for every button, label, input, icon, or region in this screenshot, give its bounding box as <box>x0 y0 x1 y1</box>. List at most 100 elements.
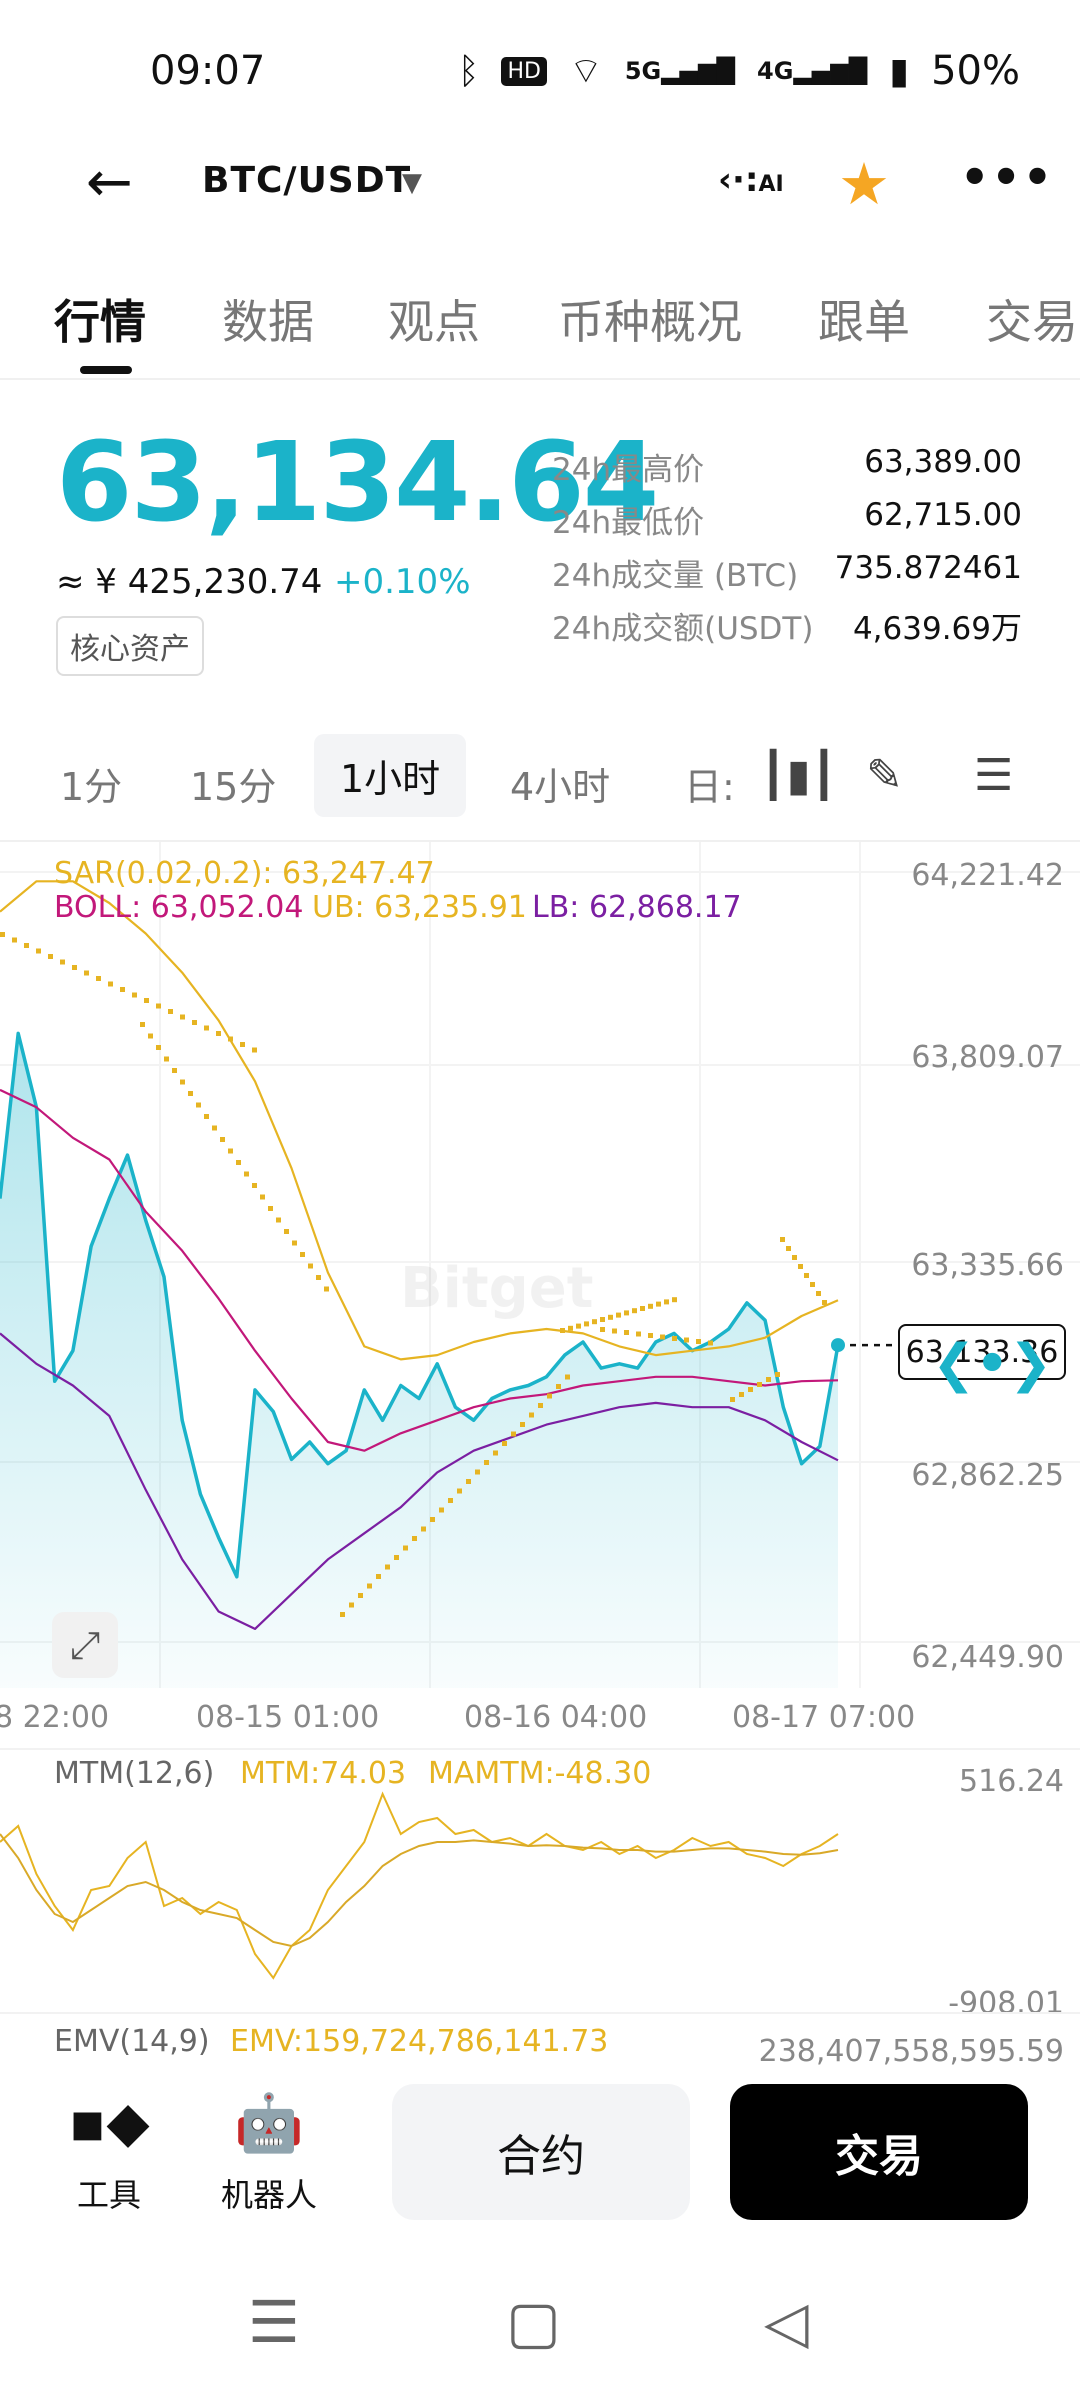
candlestick-icon[interactable]: ┃▮┃ <box>760 750 837 801</box>
last-price-dot <box>831 1338 845 1353</box>
battery-icon: ▮ <box>889 50 910 92</box>
stat-value: 4,639.69万 <box>852 611 1022 647</box>
price-area-fill <box>0 1033 838 1688</box>
mamtm-line <box>0 1833 839 1948</box>
sar-dot <box>376 1574 381 1579</box>
divider <box>0 2012 1080 2014</box>
tab-opinions[interactable]: 观点 <box>388 286 480 352</box>
stat-turnover: 24h成交额(USDT) 4,639.69万 <box>552 603 1022 656</box>
sar-dot <box>385 1564 390 1570</box>
interval-15m[interactable]: 15分 <box>190 756 276 811</box>
sar-dot <box>216 1031 221 1036</box>
sar-dot <box>748 1387 753 1392</box>
sar-dot <box>466 1479 471 1484</box>
home-square-icon[interactable]: ▢ <box>506 2288 561 2356</box>
sar-dot <box>430 1517 435 1522</box>
back-arrow-icon[interactable]: ← <box>86 150 133 215</box>
interval-1h[interactable]: 1小时 <box>314 734 467 817</box>
sar-dot <box>276 1217 281 1223</box>
draw-pen-icon[interactable]: ✎ <box>866 750 903 801</box>
sar-dot <box>292 1240 297 1246</box>
sar-dot <box>636 1331 641 1337</box>
sar-dot <box>156 1045 161 1050</box>
more-menu-icon[interactable]: ••• <box>960 150 1054 204</box>
tab-market[interactable]: 行情 <box>54 286 146 352</box>
sar-dot <box>739 1392 744 1397</box>
indicator-settings-icon[interactable]: ☰ <box>974 750 1013 801</box>
sar-dot <box>0 932 5 937</box>
sar-dot <box>493 1450 498 1456</box>
sar-dot <box>132 992 137 998</box>
sar-dot <box>560 1328 565 1333</box>
contract-button[interactable]: 合约 <box>392 2084 690 2220</box>
emv-value: EMV:159,724,786,141.73 <box>230 2024 609 2059</box>
sar-dot <box>584 1321 589 1327</box>
sar-dot <box>780 1237 785 1242</box>
back-triangle-icon[interactable]: ◁ <box>764 2288 809 2356</box>
sar-dot <box>228 1148 233 1154</box>
sar-dot <box>268 1206 273 1211</box>
sar-dot <box>448 1498 453 1503</box>
sar-dot <box>367 1583 372 1589</box>
sar-dot <box>624 1310 629 1316</box>
tab-trade[interactable]: 交易 <box>986 286 1078 352</box>
sar-dot <box>244 1171 249 1177</box>
sar-dot <box>180 1079 185 1085</box>
hd-icon: HD <box>501 56 547 86</box>
stat-value: 735.872461 <box>834 550 1022 586</box>
trade-button[interactable]: 交易 <box>730 2084 1028 2220</box>
sar-dot <box>786 1246 791 1251</box>
battery-level: 50% <box>931 48 1020 94</box>
interval-day[interactable]: 日: <box>684 756 735 811</box>
ai-assistant-icon[interactable]: ‹·:AI <box>718 160 784 200</box>
boll-legend: BOLL: 63,052.04 <box>54 890 304 925</box>
robot-button[interactable]: 🤖 机器人 <box>204 2090 334 2216</box>
sar-dot <box>252 1047 257 1053</box>
sar-dot <box>616 1312 621 1318</box>
sar-dot <box>284 1229 289 1234</box>
caret-down-icon[interactable]: ▼ <box>402 168 422 198</box>
mtm-chart[interactable] <box>0 1790 1080 2010</box>
sar-dot <box>684 1337 689 1343</box>
mtm-lines <box>0 1791 839 1980</box>
sar-dot <box>204 1025 209 1031</box>
scroll-latest-icon[interactable]: ❮•❯ <box>932 1334 1052 1394</box>
robot-label: 机器人 <box>220 2176 317 2214</box>
favorite-star-icon[interactable]: ★ <box>838 150 890 218</box>
menu-icon[interactable]: ☰ <box>248 2288 300 2356</box>
interval-1m[interactable]: 1分 <box>60 756 122 811</box>
stat-label: 24h最高价 <box>552 452 705 488</box>
core-asset-badge[interactable]: 核心资产 <box>56 616 204 676</box>
stat-label: 24h最低价 <box>552 505 705 541</box>
sar-dot <box>648 1333 653 1338</box>
sar-dot <box>36 948 41 954</box>
sar-dot <box>730 1397 735 1402</box>
sar-dot <box>403 1545 408 1551</box>
interval-4h[interactable]: 4小时 <box>510 756 610 811</box>
sar-dot <box>612 1328 617 1334</box>
sar-dot <box>412 1536 417 1541</box>
fullscreen-expand-icon[interactable]: ⤢ <box>52 1612 118 1678</box>
tab-data[interactable]: 数据 <box>222 286 314 352</box>
sar-dot <box>308 1263 313 1269</box>
sar-dot <box>457 1488 462 1494</box>
sar-dot <box>252 1183 257 1188</box>
main-tabs: 行情 数据 观点 币种概况 跟单 交易 <box>0 286 1080 380</box>
sar-dot <box>72 965 77 970</box>
sar-dot <box>349 1602 354 1608</box>
tab-coin-overview[interactable]: 币种概况 <box>558 286 742 352</box>
sar-dot <box>822 1300 827 1305</box>
sar-dot <box>394 1555 399 1560</box>
sar-dot <box>766 1377 771 1382</box>
divider <box>0 378 1080 380</box>
x-axis-label: 8 22:00 <box>0 1700 110 1735</box>
status-time: 09:07 <box>150 48 266 94</box>
trading-pair-title[interactable]: BTC/USDT <box>202 160 411 201</box>
sar-dot <box>180 1014 185 1020</box>
tab-copy-trading[interactable]: 跟单 <box>818 286 910 352</box>
sar-dot <box>156 1003 161 1009</box>
sar-dot <box>260 1194 265 1200</box>
tools-button[interactable]: ▪◆ 工具 <box>44 2090 174 2216</box>
sar-dot <box>240 1042 245 1047</box>
sar-dot <box>538 1403 543 1408</box>
